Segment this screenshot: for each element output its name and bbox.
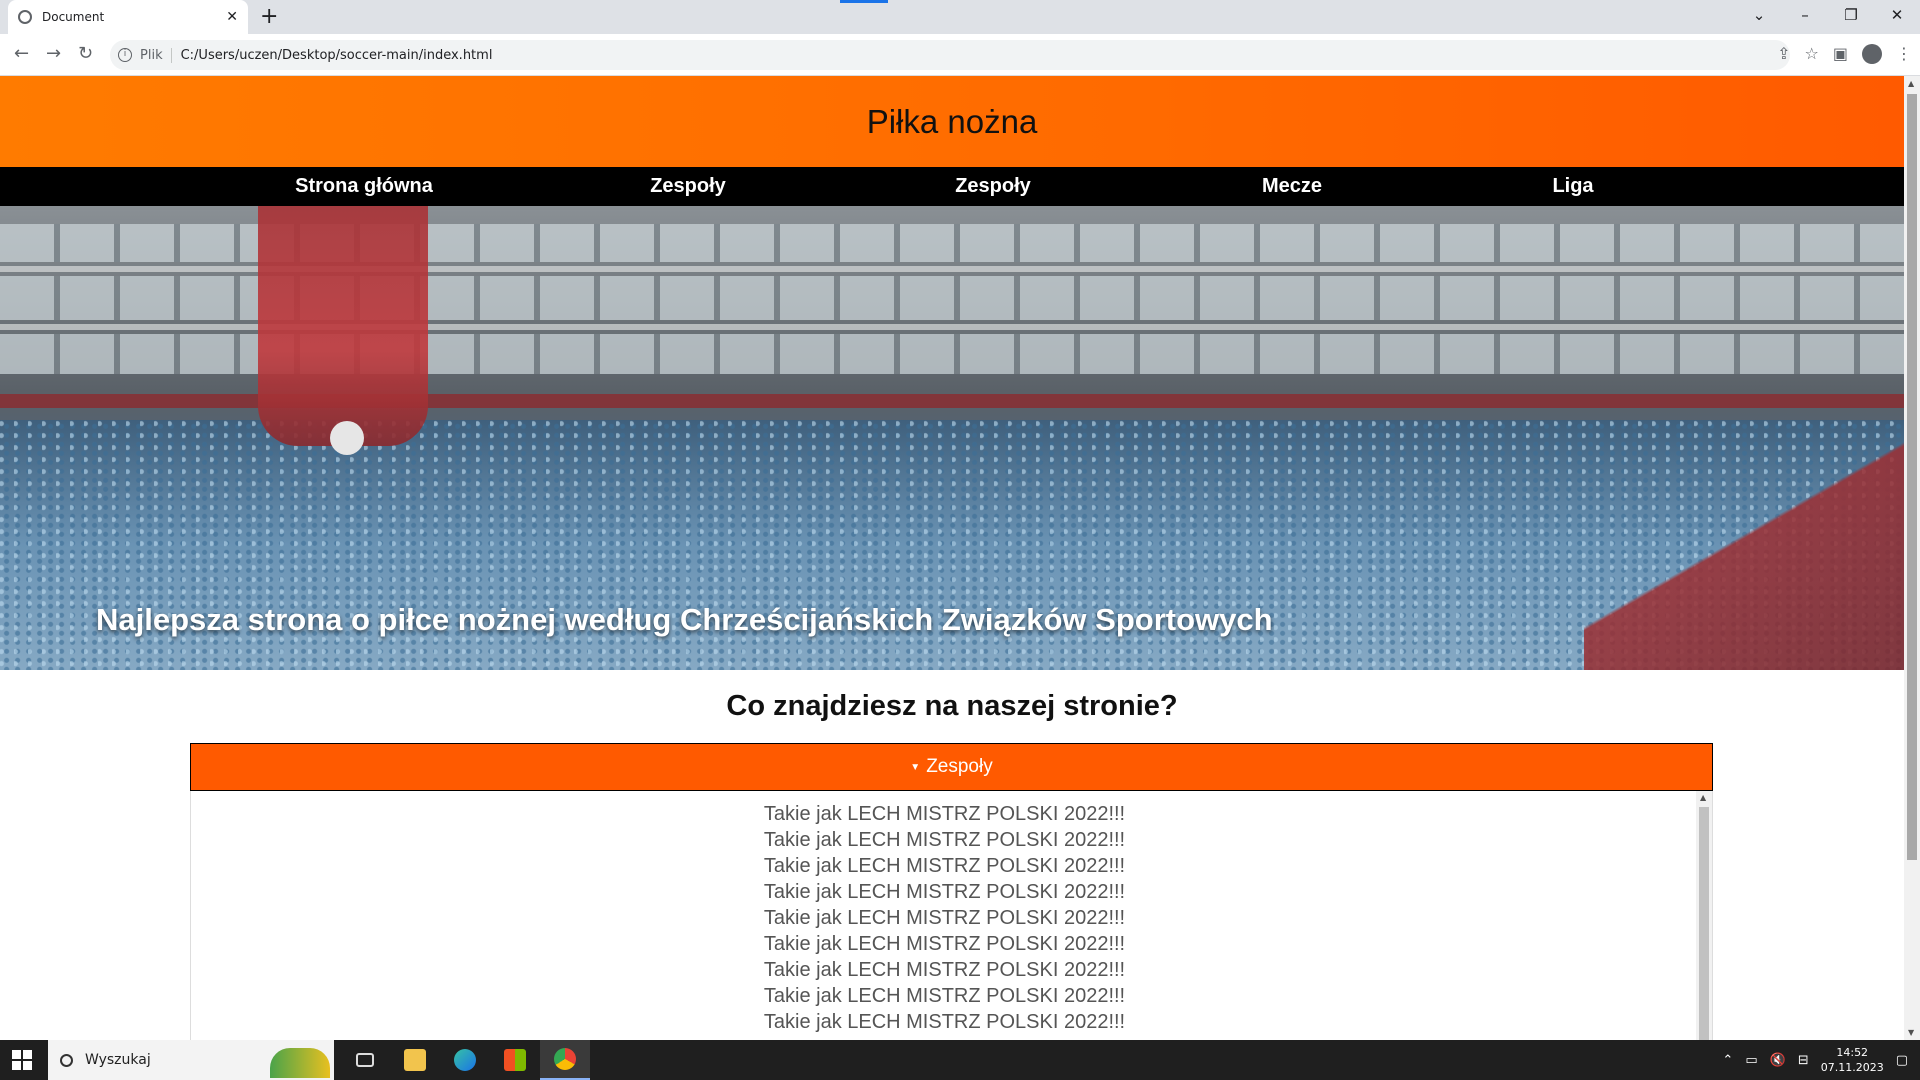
window-controls: ⌄ – ❐ ✕	[1736, 0, 1920, 34]
menu-kebab-icon[interactable]: ⋮	[1896, 44, 1912, 64]
list-item: Takie jak LECH MISTRZ POLSKI 2022!!!	[763, 803, 1126, 825]
windows-taskbar: Wyszukaj ⌃ ▭ 🔇 ⊟ 14:52 07.11.2023 ▢	[0, 1040, 1920, 1080]
stadium-tower	[258, 206, 428, 446]
accordion-label: Zespoły	[926, 756, 993, 777]
taskbar-apps	[340, 1040, 590, 1080]
clock-time: 14:52	[1836, 1046, 1869, 1059]
tray-chevron-icon[interactable]: ⌃	[1722, 1053, 1733, 1068]
panel-scrollbar[interactable]: ▲	[1696, 791, 1712, 1040]
nav-link-teams[interactable]: Zespoły	[650, 175, 726, 198]
accordion-panel[interactable]: Takie jak LECH MISTRZ POLSKI 2022!!! Tak…	[190, 791, 1713, 1040]
panel-scroll-thumb[interactable]	[1699, 807, 1709, 1040]
list-item: Takie jak LECH MISTRZ POLSKI 2022!!!	[763, 855, 1126, 877]
address-url[interactable]: C:/Users/uczen/Desktop/soccer-main/index…	[181, 48, 493, 63]
browser-toolbar: ← → ↻ i Plik C:/Users/uczen/Desktop/socc…	[0, 34, 1920, 76]
site-info-icon[interactable]: i	[118, 48, 132, 62]
back-button[interactable]: ←	[14, 43, 29, 64]
file-explorer-icon[interactable]	[390, 1040, 440, 1080]
new-tab-button[interactable]: +	[260, 4, 278, 29]
toolbar-actions: ⇪ ☆ ▣ ⋮	[1777, 44, 1912, 64]
reload-button[interactable]: ↻	[78, 43, 93, 64]
tab-search-icon[interactable]: ⌄	[1736, 0, 1782, 34]
page-scroll-thumb[interactable]	[1907, 94, 1917, 860]
tab-title: Document	[42, 10, 105, 24]
nav-link-matches[interactable]: Mecze	[1262, 175, 1322, 198]
volume-muted-icon[interactable]: 🔇	[1770, 1053, 1786, 1068]
chrome-icon[interactable]	[540, 1040, 590, 1080]
share-icon[interactable]: ⇪	[1777, 44, 1790, 64]
accordion-toggle-teams[interactable]: ▼ Zespoły	[190, 743, 1713, 791]
nav-link-home[interactable]: Strona główna	[295, 175, 433, 198]
team-list: Takie jak LECH MISTRZ POLSKI 2022!!! Tak…	[191, 791, 1698, 1035]
address-bar[interactable]: i Plik C:/Users/uczen/Desktop/soccer-mai…	[110, 40, 1790, 70]
tab-search-accent	[840, 0, 888, 3]
scroll-up-icon[interactable]: ▲	[1908, 79, 1914, 88]
forward-button[interactable]: →	[46, 43, 61, 64]
profile-avatar[interactable]	[1862, 44, 1882, 64]
page-viewport: Piłka nożna Strona główna Zespoły Zespoł…	[0, 76, 1920, 1040]
windows-start-icon[interactable]	[12, 1050, 32, 1070]
list-item: Takie jak LECH MISTRZ POLSKI 2022!!!	[763, 829, 1126, 851]
list-item: Takie jak LECH MISTRZ POLSKI 2022!!!	[763, 959, 1126, 981]
list-item: Takie jak LECH MISTRZ POLSKI 2022!!!	[763, 985, 1126, 1007]
tab-strip: Document ✕ + ⌄ – ❐ ✕	[0, 0, 1920, 34]
section-title: Co znajdziesz na naszej stronie?	[726, 690, 1178, 722]
stadium-ramp	[1584, 440, 1904, 670]
list-item: Takie jak LECH MISTRZ POLSKI 2022!!!	[763, 907, 1126, 929]
caret-down-icon: ▼	[910, 761, 921, 773]
list-item: Takie jak LECH MISTRZ POLSKI 2022!!!	[763, 881, 1126, 903]
site-title: Piłka nożna	[866, 102, 1038, 140]
store-icon[interactable]	[490, 1040, 540, 1080]
hero-caption: Najlepsza strona o piłce nożnej według C…	[96, 602, 1273, 637]
search-icon	[60, 1053, 73, 1067]
side-panel-icon[interactable]: ▣	[1833, 44, 1848, 64]
site-header: Piłka nożna	[0, 76, 1904, 167]
nav-link-teams-2[interactable]: Zespoły	[955, 175, 1031, 198]
restore-button[interactable]: ❐	[1828, 0, 1874, 34]
task-view-icon[interactable]	[340, 1040, 390, 1080]
main-nav: Strona główna Zespoły Zespoły Mecze Liga	[0, 167, 1904, 206]
minimize-button[interactable]: –	[1782, 0, 1828, 34]
bookmark-star-icon[interactable]: ☆	[1805, 44, 1819, 64]
tray-device-icon[interactable]: ▭	[1745, 1053, 1757, 1068]
clock-date: 07.11.2023	[1820, 1061, 1884, 1074]
notifications-icon[interactable]: ▢	[1896, 1053, 1908, 1068]
close-window-button[interactable]: ✕	[1874, 0, 1920, 34]
tab-close-icon[interactable]: ✕	[226, 9, 238, 25]
page-scrollbar[interactable]: ▲ ▼	[1904, 76, 1920, 1040]
list-item: Takie jak LECH MISTRZ POLSKI 2022!!!	[763, 1011, 1126, 1033]
taskbar-clock[interactable]: 14:52 07.11.2023	[1821, 1045, 1884, 1075]
list-item: Takie jak LECH MISTRZ POLSKI 2022!!!	[763, 933, 1126, 955]
tab-document[interactable]: Document ✕	[8, 0, 248, 34]
scroll-down-icon[interactable]: ▼	[1908, 1028, 1914, 1037]
search-highlight-image	[270, 1048, 330, 1078]
taskbar-search-placeholder: Wyszukaj	[85, 1052, 151, 1068]
stadium-clock	[330, 421, 364, 455]
globe-icon	[18, 10, 32, 24]
scroll-up-icon[interactable]: ▲	[1700, 793, 1706, 802]
system-tray: ⌃ ▭ 🔇 ⊟ 14:52 07.11.2023 ▢	[1722, 1040, 1908, 1080]
nav-link-league[interactable]: Liga	[1552, 175, 1593, 198]
address-scheme-label: Plik	[140, 47, 172, 63]
taskbar-search[interactable]: Wyszukaj	[48, 1040, 334, 1080]
edge-icon[interactable]	[440, 1040, 490, 1080]
network-icon[interactable]: ⊟	[1798, 1053, 1809, 1068]
hero-banner: Najlepsza strona o piłce nożnej według C…	[0, 206, 1904, 670]
